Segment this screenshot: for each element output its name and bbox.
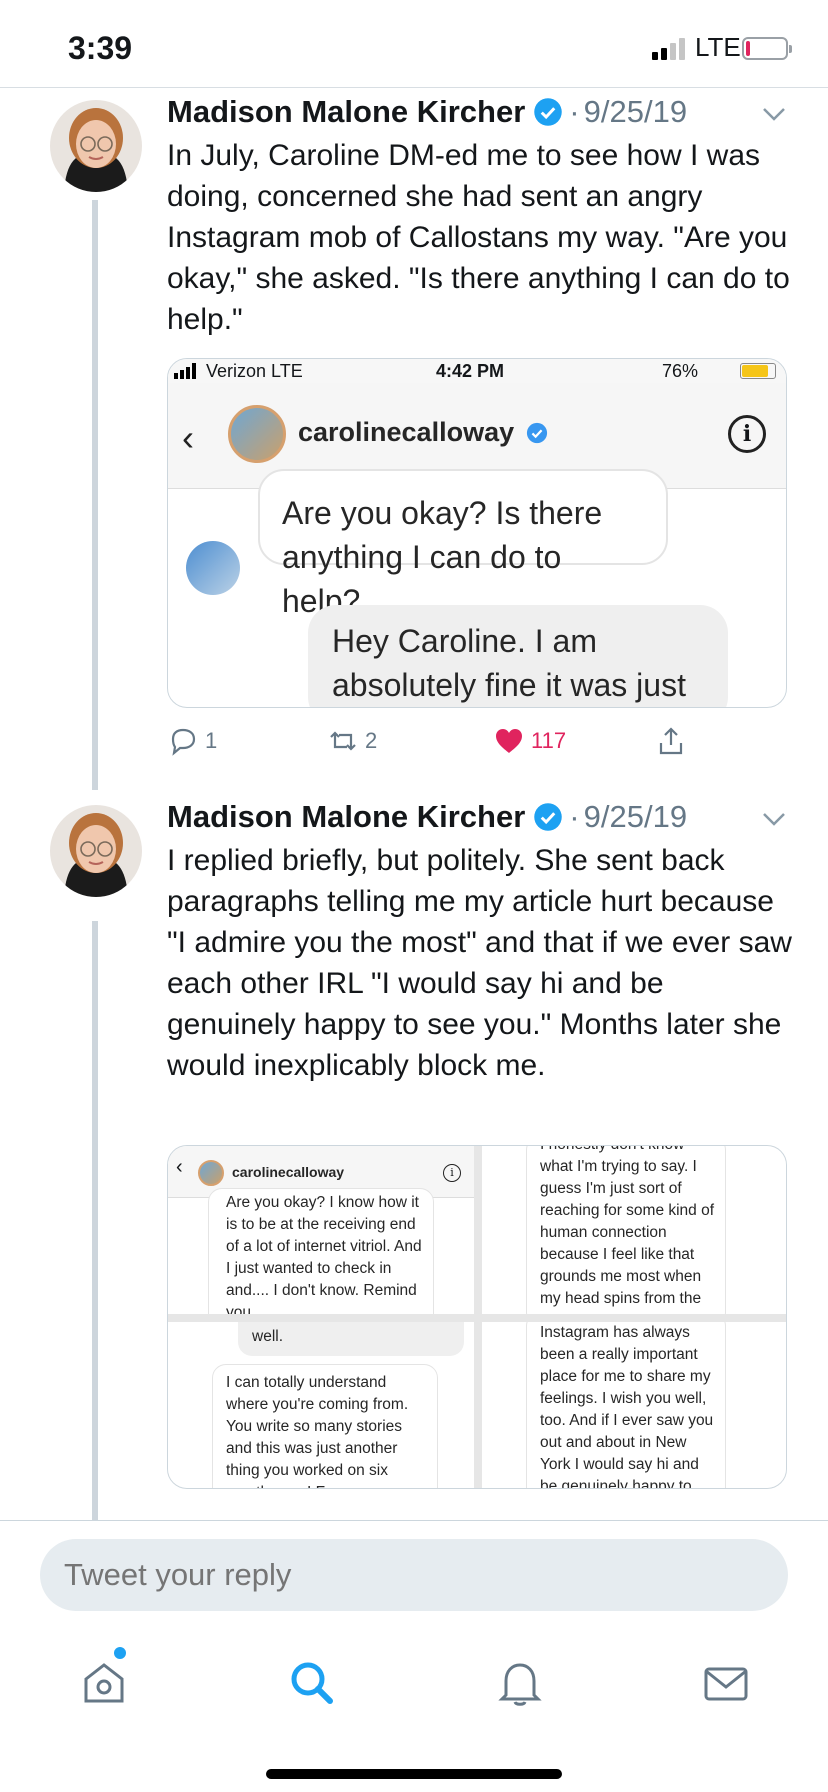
- back-chevron-icon: ‹: [176, 1156, 183, 1178]
- dm-status-bar: Verizon LTE 4:42 PM 76%: [168, 359, 786, 383]
- dm-username-text: carolinecalloway: [298, 417, 515, 447]
- notifications-icon[interactable]: [494, 1657, 546, 1709]
- reply-count: 1: [205, 728, 218, 753]
- status-bar: 3:39 LTE: [0, 0, 828, 88]
- dm-battery-text: 76%: [662, 361, 699, 381]
- dm-contact-avatar: [228, 405, 286, 463]
- home-icon[interactable]: [78, 1657, 130, 1709]
- incoming-message-bubble: Are you okay? Is there anything I can do…: [258, 469, 668, 619]
- separator-dot: ·: [569, 799, 580, 834]
- dm-carrier: Verizon LTE: [206, 361, 303, 381]
- bottom-bar: [0, 1520, 828, 1792]
- chevron-down-icon[interactable]: [760, 809, 788, 829]
- info-icon: i: [443, 1164, 461, 1182]
- tweet-date[interactable]: 9/25/19: [584, 94, 687, 130]
- info-icon: i: [728, 415, 766, 453]
- chevron-down-icon[interactable]: [760, 104, 788, 124]
- network-label: LTE: [695, 32, 741, 62]
- verified-badge-icon: [534, 98, 563, 126]
- home-notification-dot: [114, 1647, 126, 1659]
- search-icon[interactable]: [286, 1657, 338, 1709]
- tweet-actions: 1 2 117: [167, 725, 787, 765]
- signal-icon: [652, 38, 685, 60]
- dm-collage-image[interactable]: ‹ carolinecalloway i Are you okay? I kno…: [167, 1145, 787, 1489]
- mini-avatar: [198, 1160, 224, 1186]
- retweet-button[interactable]: 2: [327, 725, 377, 757]
- thread-line: [92, 921, 98, 1521]
- collage-panel-3: well. I can totally understand where you…: [168, 1322, 474, 1488]
- battery-icon: [742, 37, 792, 60]
- mini-username: carolinecalloway: [232, 1164, 345, 1180]
- retweet-count: 2: [365, 728, 378, 753]
- verified-badge-icon: [526, 422, 547, 444]
- panel-2-text: I honestly don't know what I'm trying to…: [540, 1146, 715, 1307]
- panel-3-text: I can totally understand where you're co…: [226, 1374, 409, 1488]
- share-button[interactable]: [655, 725, 687, 757]
- message-avatar: [186, 541, 240, 595]
- collage-panel-1: ‹ carolinecalloway i Are you okay? I kno…: [168, 1146, 474, 1314]
- verified-badge-icon: [534, 803, 563, 831]
- tweet-2[interactable]: Madison Malone Kircher · 9/25/19 I repli…: [0, 793, 828, 1521]
- reply-icon: [171, 728, 196, 756]
- dm-time: 4:42 PM: [436, 361, 505, 381]
- tweet-text: In July, Caroline DM-ed me to see how I …: [167, 139, 790, 336]
- dm-screenshot-image[interactable]: Verizon LTE 4:42 PM 76% ‹ carolinecallow…: [167, 358, 787, 708]
- retweet-icon: [330, 731, 356, 751]
- dm-username: carolinecalloway: [298, 417, 548, 448]
- reply-button[interactable]: 1: [167, 725, 217, 757]
- tweet-date[interactable]: 9/25/19: [584, 799, 687, 835]
- panel-4-text: Instagram has always been a really impor…: [540, 1324, 714, 1489]
- twitter-thread-screen: 3:39 LTE Madison Malone Kircher · 9/25/1…: [0, 0, 828, 1792]
- messages-icon[interactable]: [700, 1657, 752, 1709]
- home-indicator[interactable]: [266, 1769, 562, 1779]
- back-chevron-icon: ‹: [182, 417, 194, 458]
- tweet-header: Madison Malone Kircher · 9/25/19: [167, 94, 687, 130]
- tweet-text: I replied briefly, but politely. She sen…: [167, 844, 792, 1082]
- collage-panel-2: I honestly don't know what I'm trying to…: [482, 1146, 786, 1314]
- like-count: 117: [531, 728, 567, 753]
- tweet-header: Madison Malone Kircher · 9/25/19: [167, 799, 687, 835]
- collage-panel-4: Instagram has always been a really impor…: [482, 1322, 786, 1489]
- share-icon: [659, 727, 683, 755]
- signal-icon: [174, 363, 196, 379]
- heart-icon: [496, 729, 522, 753]
- panel-3-grey-text: well.: [252, 1328, 284, 1345]
- like-button[interactable]: 117: [493, 725, 566, 757]
- tweet-1[interactable]: Madison Malone Kircher · 9/25/19 In July…: [0, 88, 828, 790]
- avatar[interactable]: [50, 805, 142, 897]
- author-name[interactable]: Madison Malone Kircher: [167, 799, 525, 835]
- status-time: 3:39: [68, 30, 133, 66]
- outgoing-message-bubble: Hey Caroline. I am absolutely fine it wa…: [308, 605, 728, 707]
- battery-icon: [740, 363, 776, 379]
- panel-1-text: Are you okay? I know how it is to be at …: [226, 1194, 422, 1314]
- avatar[interactable]: [50, 100, 142, 192]
- thread-line: [92, 200, 98, 790]
- author-name[interactable]: Madison Malone Kircher: [167, 94, 525, 130]
- tweet-reply-input[interactable]: [40, 1539, 788, 1611]
- separator-dot: ·: [569, 94, 580, 129]
